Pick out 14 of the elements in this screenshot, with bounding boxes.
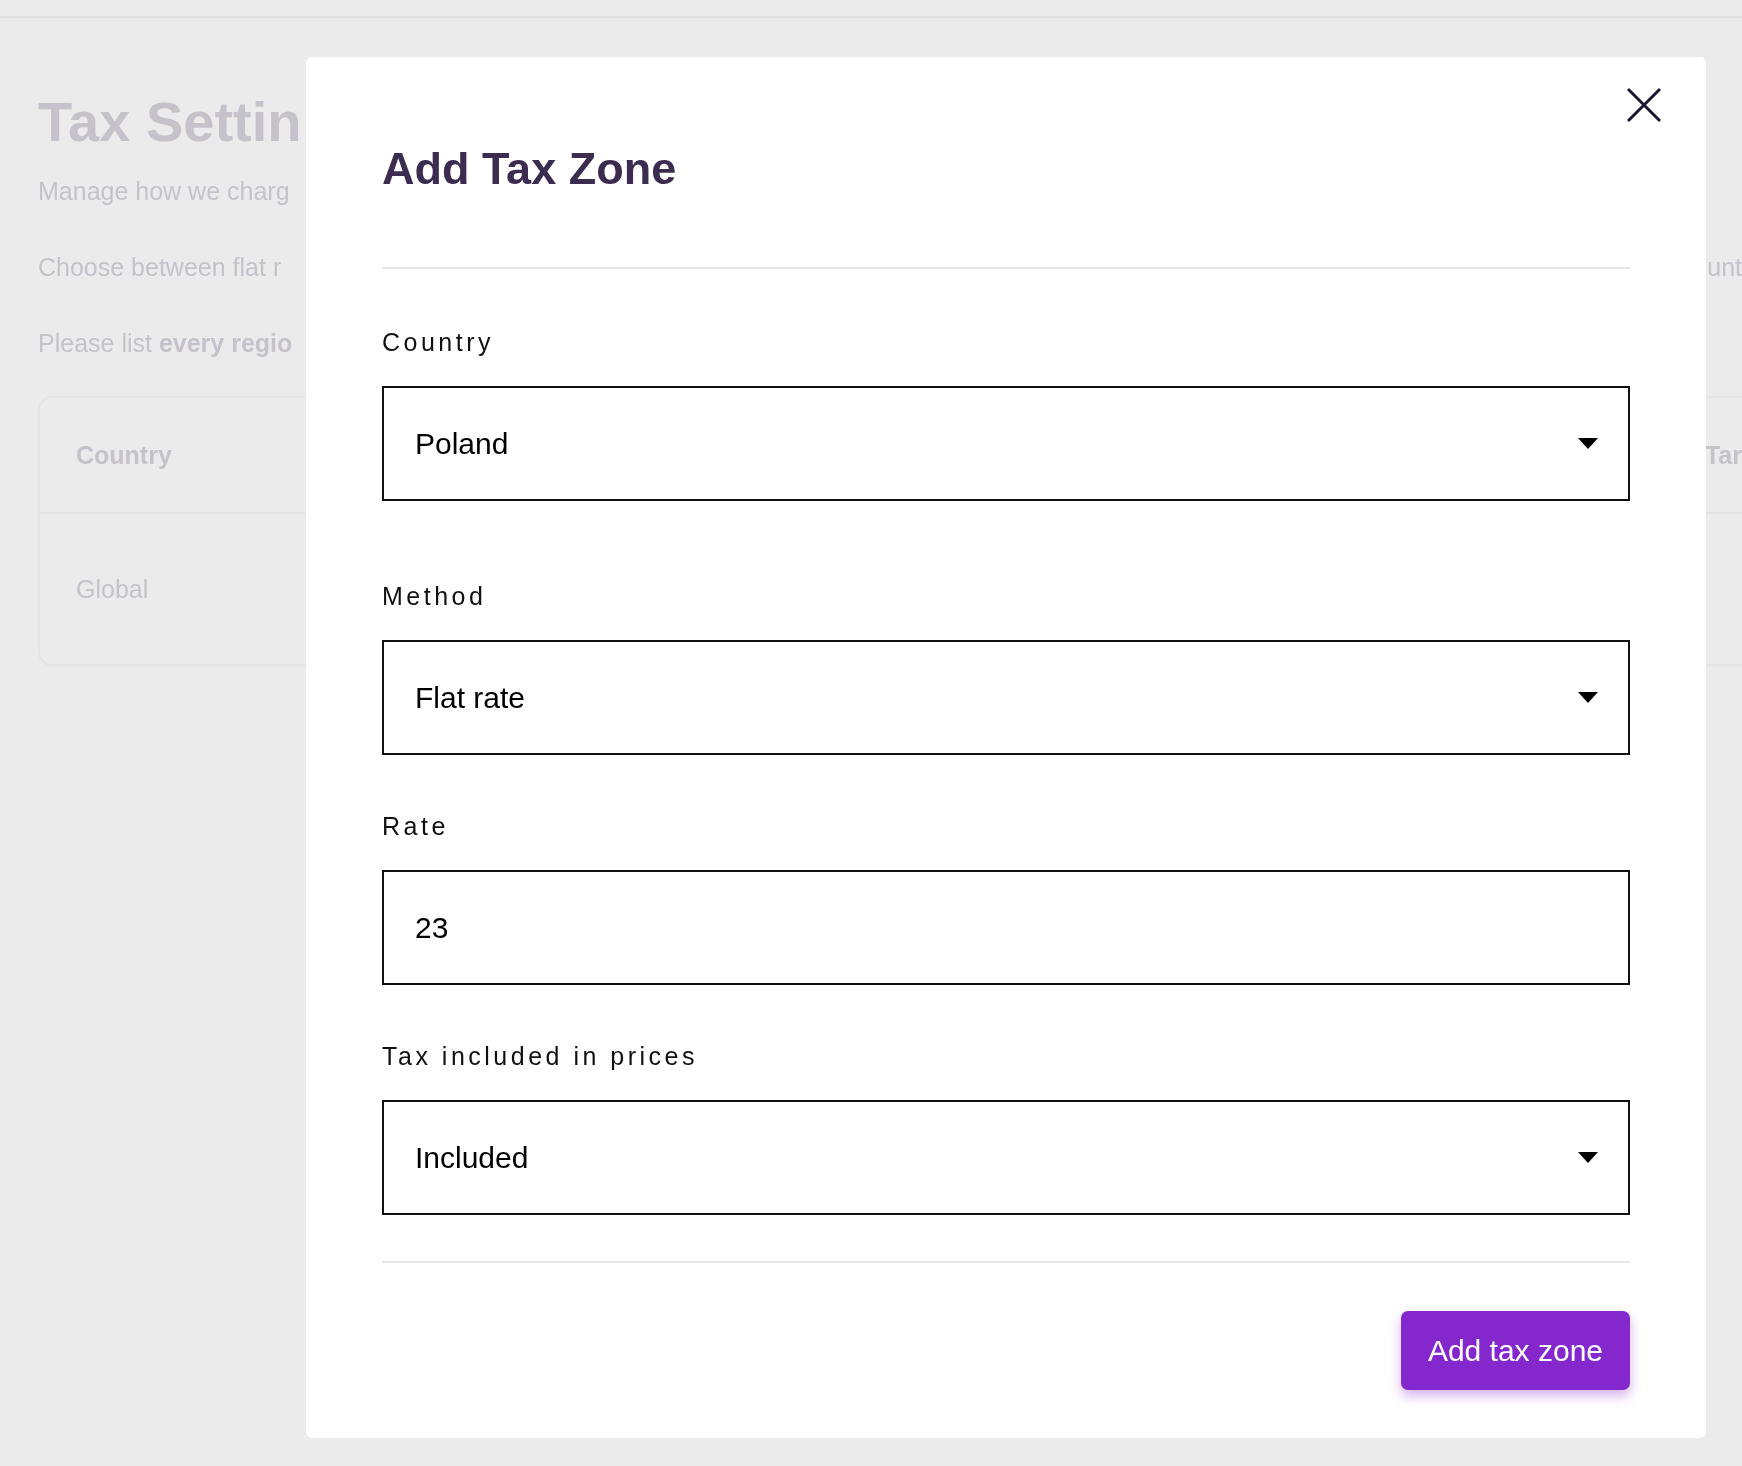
caret-icon: [1578, 438, 1598, 449]
select-field[interactable]: Included: [382, 1100, 1630, 1215]
dialog-title: Add Tax Zone: [382, 142, 678, 196]
close-icon[interactable]: [1626, 87, 1662, 123]
add-tax-zone-button[interactable]: Add tax zone: [1400, 1311, 1630, 1390]
field-label: Tax included in prices: [382, 1041, 699, 1071]
select-field[interactable]: Poland: [382, 386, 1630, 501]
input-field[interactable]: 23: [382, 870, 1630, 985]
field-label: Rate: [382, 811, 450, 841]
field-label: Country: [382, 327, 496, 357]
caret-icon: [1578, 692, 1598, 703]
field-label: Method: [382, 581, 488, 611]
caret-icon: [1578, 1152, 1598, 1163]
select-field[interactable]: Flat rate: [382, 640, 1630, 755]
